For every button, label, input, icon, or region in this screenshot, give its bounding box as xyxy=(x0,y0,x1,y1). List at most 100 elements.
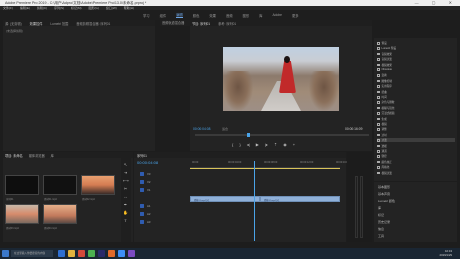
lift-icon[interactable]: ⇡ xyxy=(274,142,277,147)
effects-tree-item[interactable]: 视频过渡 xyxy=(377,171,392,175)
start-icon[interactable] xyxy=(2,250,9,257)
effects-tree-item[interactable]: 调整 xyxy=(377,127,387,131)
workspace-libraries[interactable]: 库 xyxy=(259,13,262,18)
effects-tree-item[interactable]: 视频 xyxy=(377,122,387,126)
program-playhead[interactable] xyxy=(247,133,250,137)
selection-tool-icon[interactable]: ↖ xyxy=(123,162,128,167)
program-timecode[interactable]: 00:00:04:08 xyxy=(193,127,210,131)
effects-tree-item[interactable]: 透视 xyxy=(377,144,387,148)
track-header[interactable]: V2 xyxy=(140,180,150,184)
effects-tree-item[interactable]: 时间 xyxy=(377,95,387,99)
track-header[interactable]: V1 xyxy=(140,188,150,192)
time-ruler[interactable]: 00:00 00:00:04:00 00:00:08:00 00:00:12:00 00… xyxy=(190,160,349,168)
type-tool-icon[interactable]: T xyxy=(123,218,128,223)
effects-tree-item[interactable]: 颜色校正 xyxy=(377,160,392,164)
workspace-learn[interactable]: 学习 xyxy=(143,13,150,18)
workspace-adobe[interactable]: Adobe xyxy=(272,13,282,17)
tab-effect-controls[interactable]: 效果控件 xyxy=(30,21,43,26)
app-icon[interactable] xyxy=(118,250,125,257)
video-clip[interactable]: 素材01.mp4 [V] xyxy=(190,196,260,202)
effects-tree-item[interactable]: 过渡 xyxy=(377,138,455,143)
tab-libraries[interactable]: 库 xyxy=(51,153,54,158)
effects-tree-item[interactable]: 音频过渡 xyxy=(377,57,392,61)
effects-tree-item[interactable]: 视频效果 xyxy=(377,63,392,67)
taskbar-clock[interactable]: 10:43 2019/1/29 xyxy=(440,249,452,257)
effects-tree-item[interactable]: 杂色与颗粒 xyxy=(377,100,394,104)
track-header[interactable]: A3 xyxy=(140,220,150,224)
effects-tree-item[interactable]: 键控 xyxy=(377,154,387,158)
slip-tool-icon[interactable]: ↔ xyxy=(123,194,128,199)
panel-list-item[interactable]: 历史记录 xyxy=(378,220,390,224)
effects-tree-item[interactable]: 生成 xyxy=(377,117,387,121)
effects-tree-item[interactable]: Lumetri 预设 xyxy=(377,46,396,50)
effects-tree-item[interactable]: Obsolete xyxy=(377,68,392,71)
project-item[interactable]: 素材03.mp4 xyxy=(5,204,39,230)
effects-tree-item[interactable]: 通道 xyxy=(377,149,387,153)
project-item[interactable]: 素材04.mp4 xyxy=(43,204,77,230)
folder-icon[interactable] xyxy=(68,250,75,257)
effects-tree-item[interactable]: 音频效果 xyxy=(377,52,392,56)
effects-tree-item[interactable]: 模糊与锐化 xyxy=(377,106,394,110)
pen-tool-icon[interactable]: ✒ xyxy=(123,202,128,207)
effects-tree-item[interactable]: 扭曲 xyxy=(377,90,387,94)
app-icon[interactable] xyxy=(88,250,95,257)
video-clip[interactable]: 素材02.mp4 [V] xyxy=(260,196,340,202)
track-header[interactable]: A1 xyxy=(140,204,150,208)
workspace-more[interactable]: 更多 xyxy=(292,13,299,18)
zoom-select[interactable]: 适合 xyxy=(222,127,228,131)
hand-tool-icon[interactable]: ✋ xyxy=(123,210,128,215)
track-target-icon[interactable] xyxy=(140,212,144,216)
tab-audio-track-mixer[interactable]: 音频轨道混合器 xyxy=(160,20,190,26)
play-icon[interactable]: ▶ xyxy=(256,142,259,147)
step-forward-icon[interactable]: |▸ xyxy=(265,142,268,147)
app-icon[interactable] xyxy=(108,250,115,257)
panel-list-item[interactable]: 标记 xyxy=(378,213,384,217)
tab-program[interactable]: 节目: 序列01 xyxy=(192,21,210,26)
taskbar-search[interactable]: 在这里输入你要搜索的内容 xyxy=(11,250,53,257)
tab-sequence[interactable]: 序列01 xyxy=(137,153,147,158)
track-target-icon[interactable] xyxy=(140,204,144,208)
tab-source[interactable]: 源: (无剪辑) xyxy=(5,21,22,26)
timeline-timecode[interactable]: 00:00:04:08 xyxy=(137,160,158,165)
project-item[interactable]: 素材01.mp4 xyxy=(43,175,77,201)
effects-tree-item[interactable]: 沉浸式视频 xyxy=(377,111,394,115)
effects-tree-item[interactable]: 实用程序 xyxy=(377,84,392,88)
workspace-graphics[interactable]: 图形 xyxy=(243,13,250,18)
workspace-effects[interactable]: 效果 xyxy=(209,13,216,18)
app-icon[interactable] xyxy=(128,250,135,257)
track-target-icon[interactable] xyxy=(140,220,144,224)
panel-list-item[interactable]: 工具 xyxy=(378,234,384,238)
track-select-icon[interactable]: ⇥ xyxy=(123,170,128,175)
track-target-icon[interactable] xyxy=(140,180,144,184)
project-item[interactable]: 素材02.mp4 xyxy=(81,175,115,201)
step-back-icon[interactable]: ◂| xyxy=(247,142,250,147)
program-scrub-bar[interactable] xyxy=(195,133,369,137)
workspace-audio[interactable]: 音频 xyxy=(226,13,233,18)
workspace-assembly[interactable]: 组件 xyxy=(160,13,167,18)
workspace-editing[interactable]: 编辑 xyxy=(176,12,183,18)
effects-tree-item[interactable]: 变换 xyxy=(377,73,387,77)
panel-list-item[interactable]: 基本声音 xyxy=(378,192,390,196)
tab-reference[interactable]: 参考: 序列01 xyxy=(218,21,236,26)
tab-project[interactable]: 项目: 未命名 xyxy=(5,153,23,158)
track-header[interactable]: V3 xyxy=(140,172,150,176)
panel-list-item[interactable]: 库 xyxy=(378,206,381,210)
panel-list-item[interactable]: 信息 xyxy=(378,227,384,231)
mark-out-icon[interactable]: } xyxy=(239,142,240,147)
tab-media-browser[interactable]: 媒体浏览器 xyxy=(29,153,45,158)
tab-lumetri-scopes[interactable]: Lumetri 范围 xyxy=(50,21,68,26)
panel-list-item[interactable]: Lumetri 颜色 xyxy=(378,199,395,203)
mark-in-icon[interactable]: { xyxy=(232,142,233,147)
workspace-color[interactable]: 颜色 xyxy=(193,13,200,18)
timeline-playhead[interactable] xyxy=(254,161,255,241)
export-frame-icon[interactable]: ◉ xyxy=(283,142,287,147)
effects-tree-item[interactable]: 预设 xyxy=(377,41,387,45)
effects-tree-item[interactable]: 过时 xyxy=(377,133,387,137)
effects-tree-item[interactable]: 风格化 xyxy=(377,165,389,169)
work-area-bar[interactable] xyxy=(190,168,340,169)
effects-tree-item[interactable]: 图像控制 xyxy=(377,79,392,83)
track-header[interactable]: A2 xyxy=(140,212,150,216)
razor-tool-icon[interactable]: ✂ xyxy=(123,186,128,191)
track-target-icon[interactable] xyxy=(140,172,144,176)
panel-list-item[interactable]: 基本图形 xyxy=(378,185,390,189)
